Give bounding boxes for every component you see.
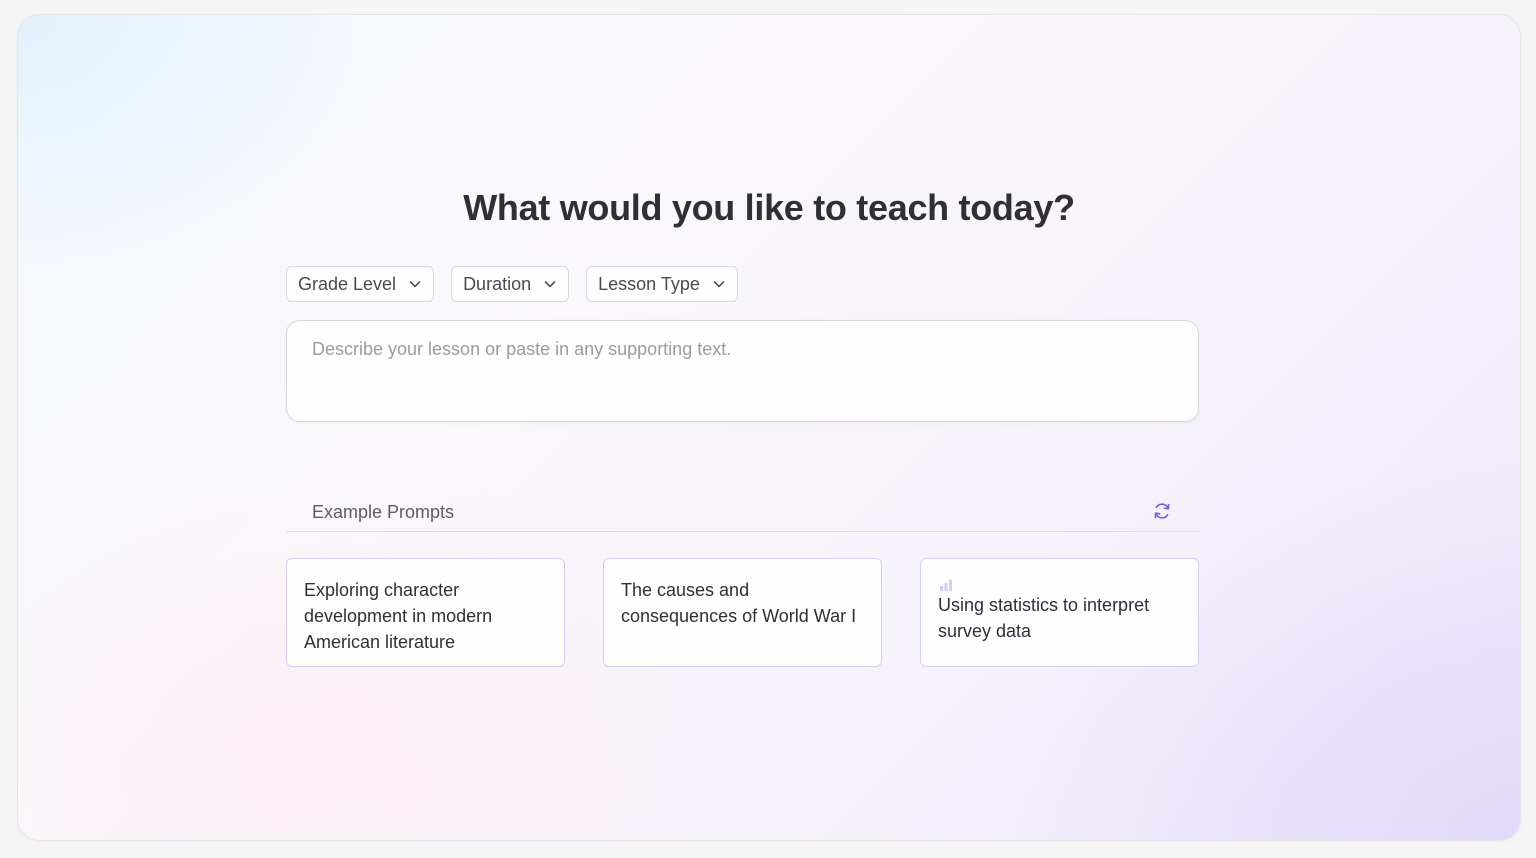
grade-level-label: Grade Level [298,273,397,294]
example-prompt-card[interactable]: Using statistics to interpret survey dat… [920,558,1199,667]
chevron-down-icon [544,281,556,288]
duration-dropdown[interactable]: Duration [451,266,570,302]
grade-level-dropdown[interactable]: Grade Level [286,266,435,302]
lesson-description-box [286,320,1199,422]
bar-chart-icon [940,579,952,591]
example-prompts-title: Example Prompts [312,502,455,522]
example-prompt-text: Using statistics to interpret survey dat… [938,595,1150,641]
lesson-description-input[interactable] [287,321,1198,421]
filter-bar: Grade Level Duration Lesson Type [286,266,738,302]
example-prompt-card[interactable]: The causes and consequences of World War… [603,558,882,667]
app-frame: What would you like to teach today? Grad… [17,14,1521,841]
duration-label: Duration [463,273,532,294]
lesson-type-label: Lesson Type [598,273,700,294]
page-title: What would you like to teach today? [463,187,1075,228]
refresh-icon[interactable] [1151,500,1173,522]
example-prompt-card[interactable]: Exploring character development in moder… [286,558,565,667]
lesson-type-dropdown[interactable]: Lesson Type [586,266,738,302]
chevron-down-icon [409,281,421,288]
chevron-down-icon [713,281,725,288]
example-prompts-header: Example Prompts [286,495,1199,532]
example-prompt-cards: Exploring character development in moder… [286,558,1199,667]
